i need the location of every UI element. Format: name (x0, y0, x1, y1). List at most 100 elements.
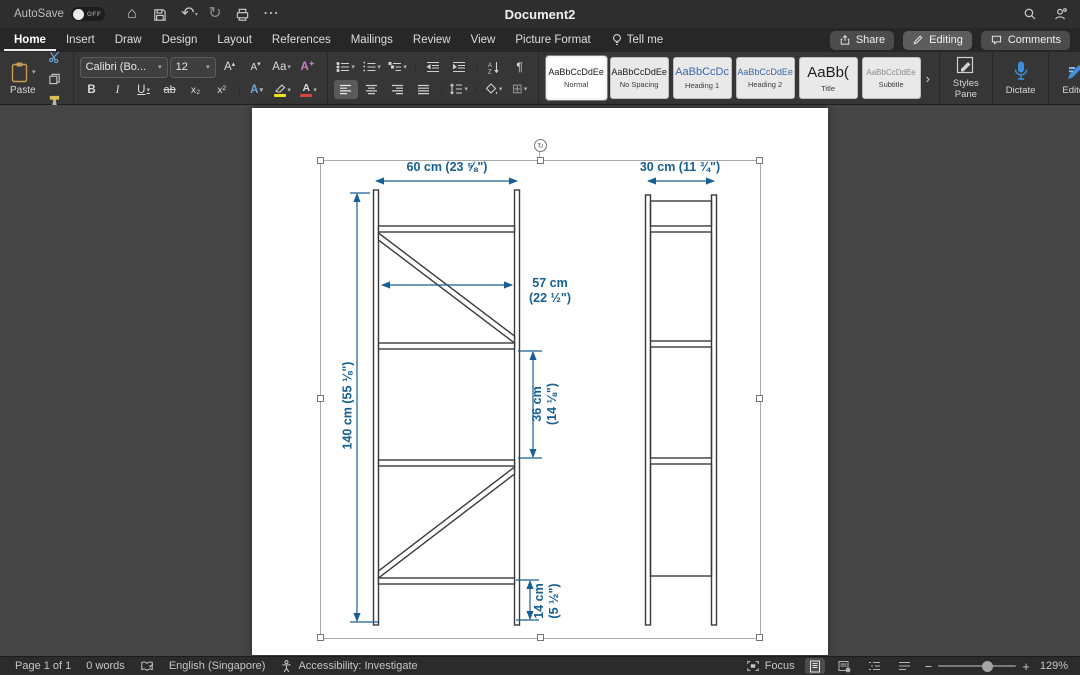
tab-picture-format[interactable]: Picture Format (505, 30, 600, 51)
dim-shelf-width: 57 cm (22 ½") (528, 276, 572, 305)
align-left-button[interactable] (333, 79, 358, 99)
zoom-level[interactable]: 129% (1040, 660, 1068, 672)
web-layout-view-button[interactable] (835, 658, 855, 674)
resize-handle-top-right[interactable] (755, 156, 763, 164)
copy-button[interactable] (43, 69, 67, 88)
resize-handle-bottom-left[interactable] (316, 633, 324, 641)
zoom-out-icon[interactable]: − (925, 660, 933, 673)
contact-icon[interactable] (1053, 7, 1068, 22)
print-layout-view-button[interactable] (804, 658, 825, 674)
tab-layout[interactable]: Layout (207, 30, 262, 51)
style-heading-1[interactable]: AaBbCcDc Heading 1 (672, 57, 732, 99)
superscript-button[interactable]: x² (210, 81, 234, 100)
show-paragraph-marks-button[interactable]: ¶ (508, 58, 532, 77)
multilevel-list-button[interactable]: ▾ (386, 58, 410, 77)
style-heading-2[interactable]: AaBbCcDdEe Heading 2 (735, 57, 795, 99)
highlight-button[interactable]: ▾ (271, 81, 295, 100)
bullets-button[interactable]: ▾ (334, 58, 358, 77)
editor-button[interactable]: Editor (1055, 60, 1080, 97)
proofing-status[interactable] (140, 660, 154, 672)
shrink-font-button[interactable]: A ▾ (244, 58, 268, 77)
zoom-slider[interactable]: − + (925, 660, 1030, 673)
italic-button[interactable]: I (106, 81, 130, 100)
tab-mailings[interactable]: Mailings (341, 30, 403, 51)
tell-me[interactable]: Tell me (611, 33, 663, 47)
word-count[interactable]: 0 words (86, 660, 125, 672)
share-button[interactable]: Share (829, 30, 895, 50)
zoom-slider-knob[interactable] (981, 660, 993, 672)
shading-button[interactable]: ▾ (482, 80, 506, 99)
sort-button[interactable]: AZ (482, 58, 506, 77)
change-case-button[interactable]: Aa ▾ (270, 58, 294, 77)
zoom-slider-track[interactable] (938, 660, 1017, 672)
cut-button[interactable] (43, 47, 67, 66)
resize-handle-top-left[interactable] (316, 156, 324, 164)
tab-references[interactable]: References (262, 30, 341, 51)
page-indicator[interactable]: Page 1 of 1 (15, 660, 71, 672)
line-spacing-button[interactable]: ▾ (447, 80, 471, 99)
resize-handle-top-center[interactable] (536, 156, 544, 164)
tab-view[interactable]: View (461, 30, 506, 51)
style-title[interactable]: AaBb( Title (798, 57, 858, 99)
microphone-icon (1014, 61, 1027, 80)
paste-button[interactable]: ▾ Paste (6, 59, 40, 98)
underline-button[interactable]: U ▾ (132, 81, 156, 100)
style-no-spacing[interactable]: AaBbCcDdEe No Spacing (609, 57, 669, 99)
share-icon (840, 35, 850, 45)
borders-button[interactable]: ⊞ ▾ (508, 80, 532, 99)
align-center-button[interactable] (360, 80, 384, 99)
numbering-button[interactable]: ▾ (360, 58, 384, 77)
accessibility-status[interactable]: Accessibility: Investigate (280, 659, 418, 673)
style-subtitle[interactable]: AaBbCcDdEe Subtitle (861, 57, 921, 99)
outline-view-button[interactable] (865, 658, 885, 674)
increase-indent-button[interactable] (447, 58, 471, 77)
text-effects-button[interactable]: A ▾ (245, 81, 269, 100)
font-color-button[interactable]: A ▾ (297, 81, 321, 100)
save-icon[interactable] (149, 3, 171, 25)
resize-handle-middle-left[interactable] (316, 395, 324, 402)
autosave-toggle[interactable]: OFF (70, 7, 105, 21)
bold-button[interactable]: B (80, 81, 104, 100)
svg-text:Z: Z (488, 69, 492, 74)
resize-handle-bottom-center[interactable] (536, 633, 544, 641)
styles-pane-icon (956, 56, 973, 74)
justify-icon (418, 84, 430, 94)
strikethrough-button[interactable]: ab (158, 81, 182, 100)
style-normal[interactable]: AaBbCcDdEe Normal (545, 56, 607, 100)
tab-design[interactable]: Design (152, 30, 208, 51)
home-icon[interactable]: ⌂ (121, 3, 143, 25)
tab-review[interactable]: Review (403, 30, 461, 51)
styles-pane-button[interactable]: Styles Pane (946, 55, 986, 101)
comments-button[interactable]: Comments (980, 30, 1070, 50)
undo-chevron-icon[interactable]: ▾ (195, 11, 198, 18)
editing-mode-button[interactable]: Editing (903, 30, 972, 50)
focus-mode-button[interactable]: Focus (746, 660, 795, 672)
styles-gallery: AaBbCcDdEe Normal AaBbCcDdEe No Spacing … (539, 52, 940, 104)
document-canvas[interactable]: 60 cm (23 ⅝") 30 cm (11 ¾") 57 cm (22 ½")… (0, 105, 1080, 657)
justify-button[interactable] (412, 80, 436, 99)
resize-handle-middle-right[interactable] (755, 395, 763, 402)
page[interactable]: 60 cm (23 ⅝") 30 cm (11 ¾") 57 cm (22 ½")… (252, 108, 828, 655)
draft-view-button[interactable] (895, 658, 915, 674)
more-options-icon[interactable]: ⋯ (260, 3, 282, 25)
print-layout-icon (809, 660, 820, 672)
font-group: Calibri (Bo... ▾ 12 ▾ A ▴ A ▾ Aa ▾ A ✦ B I U ▾ … (74, 52, 328, 104)
increase-indent-icon (452, 61, 465, 73)
search-icon[interactable] (1023, 7, 1037, 21)
subscript-button[interactable]: x₂ (184, 81, 208, 100)
align-right-button[interactable] (386, 80, 410, 99)
zoom-in-icon[interactable]: + (1022, 660, 1030, 673)
tab-draw[interactable]: Draw (105, 30, 152, 51)
clear-formatting-button[interactable]: A ✦ (296, 58, 320, 77)
decrease-indent-button[interactable] (421, 58, 445, 77)
resize-handle-bottom-right[interactable] (755, 633, 763, 641)
dictate-button[interactable]: Dictate (999, 60, 1043, 97)
styles-gallery-more-icon[interactable]: › (923, 71, 933, 86)
font-size-select[interactable]: 12 ▾ (169, 56, 216, 78)
print-icon[interactable] (232, 3, 254, 25)
font-name-select[interactable]: Calibri (Bo... ▾ (79, 56, 168, 78)
grow-font-button[interactable]: A ▴ (218, 58, 242, 77)
align-center-icon (366, 84, 378, 94)
rotate-handle[interactable]: ↻ (534, 139, 547, 152)
language-selector[interactable]: English (Singapore) (169, 660, 266, 672)
